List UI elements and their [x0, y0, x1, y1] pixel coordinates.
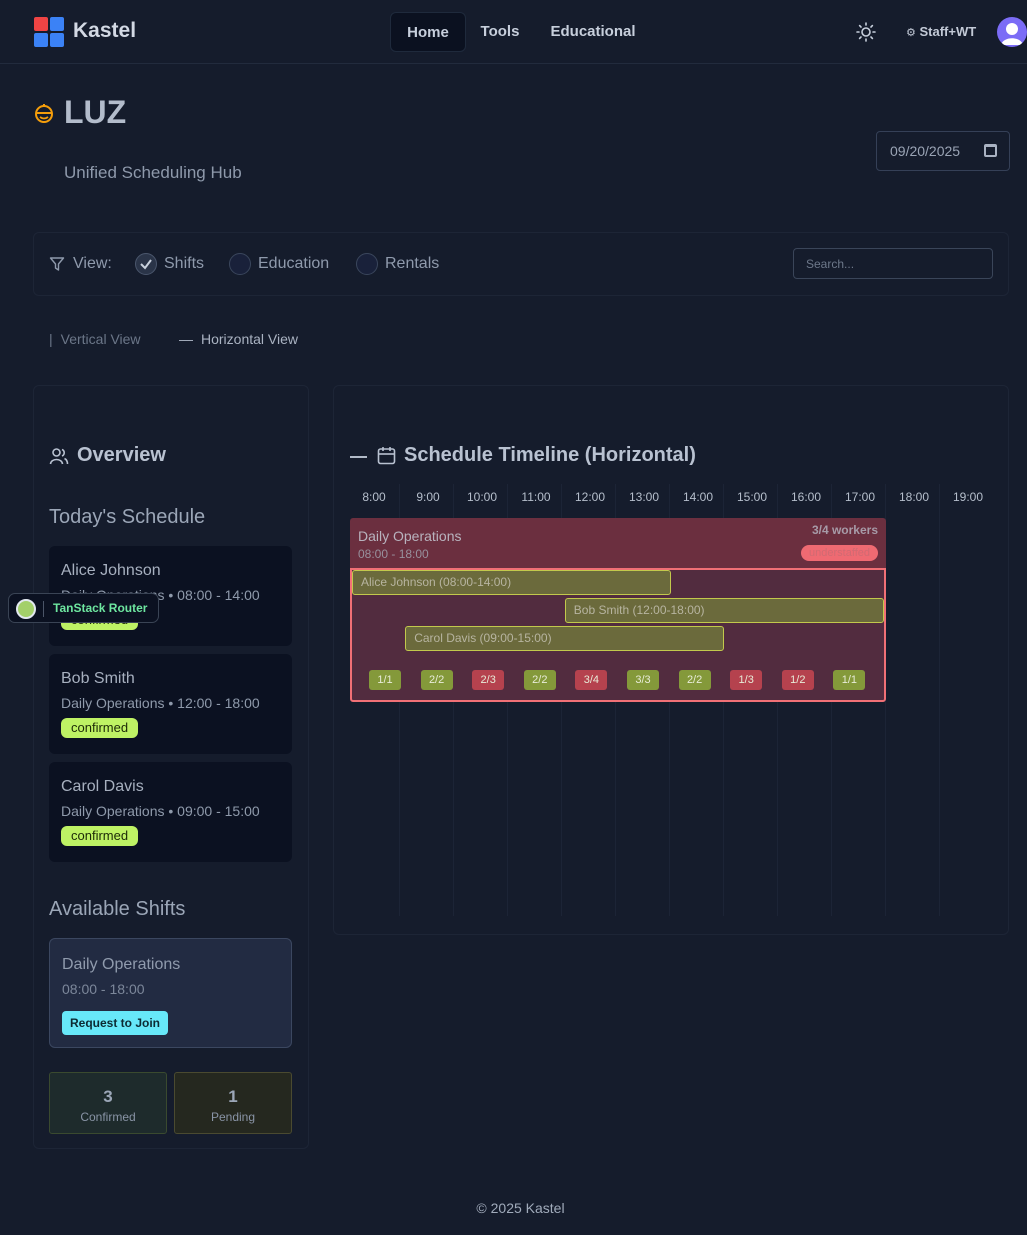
status-badge: confirmed: [61, 826, 139, 846]
shift-block-header[interactable]: Daily Operations 08:00 - 18:00 3/4 worke…: [350, 518, 886, 568]
hour-label: 16:00: [790, 490, 822, 504]
luz-helmet-icon: [35, 104, 53, 123]
page-title: LUZ: [64, 94, 127, 130]
kastel-logo-icon[interactable]: [34, 17, 64, 47]
available-shift-time: 08:00 - 18:00: [62, 981, 145, 997]
coverage-badge: 1/3: [730, 670, 763, 690]
divider: [43, 601, 44, 617]
collapse-dash-icon: [350, 456, 367, 458]
staff-role-label: Staff+WT: [919, 24, 977, 39]
worker-count: 3/4 workers: [811, 523, 878, 537]
pending-label: Pending: [210, 1110, 256, 1124]
theme-toggle-sun-icon[interactable]: [856, 22, 876, 42]
understaffed-badge: understaffed: [801, 545, 878, 561]
hour-gridline: [939, 484, 940, 916]
rentals-checkbox[interactable]: [356, 253, 378, 275]
date-value: 09/20/2025: [890, 143, 961, 159]
coverage-badge: 2/2: [420, 670, 453, 690]
shift-detail: Daily Operations • 12:00 - 18:00: [61, 695, 260, 711]
coverage-badge: 2/3: [472, 670, 505, 690]
tanstack-logo-icon: [16, 599, 36, 619]
hour-label: 17:00: [844, 490, 876, 504]
coverage-badge: 3/3: [627, 670, 659, 690]
nav-tools[interactable]: Tools: [470, 12, 530, 52]
pending-count: 1: [228, 1087, 238, 1106]
tanstack-router-label: TanStack Router: [53, 601, 148, 615]
filter-icon: [49, 257, 65, 271]
hour-label: 8:00: [362, 490, 386, 504]
horizontal-view-toggle[interactable]: — Horizontal View: [179, 331, 298, 347]
shift-detail: Daily Operations • 09:00 - 15:00: [61, 803, 260, 819]
coverage-badge: 3/4: [575, 670, 608, 690]
rentals-label[interactable]: Rentals: [385, 255, 439, 273]
hour-label: 11:00: [521, 490, 551, 504]
shift-name: Daily Operations: [358, 528, 462, 544]
users-icon: [49, 448, 69, 465]
hour-label: 13:00: [628, 490, 660, 504]
user-icon: [1001, 23, 1023, 45]
date-picker-input[interactable]: 09/20/2025: [876, 131, 1010, 171]
timeline-title: Schedule Timeline (Horizontal): [404, 444, 696, 466]
hour-label: 18:00: [898, 490, 930, 504]
worker-name: Alice Johnson: [61, 562, 161, 579]
coverage-badge: 1/2: [781, 670, 814, 690]
hour-label: 14:00: [682, 490, 714, 504]
schedule-card[interactable]: Bob Smith Daily Operations • 12:00 - 18:…: [49, 654, 292, 754]
schedule-card[interactable]: Carol Davis Daily Operations • 09:00 - 1…: [49, 762, 292, 862]
confirmed-count: 3: [103, 1087, 113, 1106]
worker-name: Carol Davis: [61, 778, 144, 795]
worker-name: Bob Smith: [61, 670, 135, 687]
search-input[interactable]: [793, 248, 993, 279]
vertical-view-toggle[interactable]: | Vertical View: [49, 331, 141, 347]
overview-title: Overview: [77, 444, 166, 466]
vertical-bar-icon: |: [49, 331, 53, 347]
shifts-checkbox[interactable]: [135, 253, 157, 275]
assignment-bar[interactable]: Alice Johnson (08:00-14:00): [352, 570, 672, 595]
education-checkbox[interactable]: [229, 253, 251, 275]
tanstack-router-devtools-button[interactable]: TanStack Router: [8, 593, 159, 623]
staff-role-selector[interactable]: ⚙ Staff+WT: [906, 24, 976, 39]
calendar-icon: [377, 447, 396, 465]
footer-copyright: © 2025 Kastel: [476, 1200, 565, 1216]
coverage-badge: 1/1: [369, 670, 401, 690]
available-shifts-heading: Available Shifts: [49, 898, 186, 920]
shifts-label[interactable]: Shifts: [164, 255, 204, 273]
confirmed-label: Confirmed: [80, 1110, 136, 1124]
available-shift-title: Daily Operations: [62, 956, 181, 973]
pending-stat: 1 Pending: [174, 1072, 292, 1134]
coverage-badge: 2/2: [678, 670, 711, 690]
brand-name[interactable]: Kastel: [73, 19, 136, 43]
horizontal-view-label: Horizontal View: [201, 331, 299, 347]
page-subtitle: Unified Scheduling Hub: [64, 163, 242, 182]
coverage-badge: 2/2: [523, 670, 556, 690]
view-label: View:: [73, 255, 112, 272]
assignment-bar[interactable]: Bob Smith (12:00-18:00): [564, 598, 884, 623]
confirmed-stat: 3 Confirmed: [49, 1072, 167, 1134]
available-shift-card: Daily Operations 08:00 - 18:00 Request t…: [49, 938, 292, 1048]
gear-icon: ⚙: [906, 27, 916, 39]
education-label[interactable]: Education: [258, 255, 329, 273]
hour-label: 15:00: [736, 490, 768, 504]
calendar-picker-icon[interactable]: [984, 144, 997, 157]
hour-label: 19:00: [952, 490, 984, 504]
nav-educational[interactable]: Educational: [540, 12, 646, 52]
request-to-join-button[interactable]: Request to Join: [62, 1011, 169, 1035]
user-avatar[interactable]: [997, 17, 1027, 47]
hour-label: 12:00: [574, 490, 606, 504]
hour-label: 9:00: [416, 490, 440, 504]
hour-label: 10:00: [466, 490, 498, 504]
todays-schedule-heading: Today's Schedule: [49, 506, 206, 528]
status-badge: confirmed: [61, 718, 139, 738]
assignment-bar[interactable]: Carol Davis (09:00-15:00): [405, 626, 725, 651]
nav-home[interactable]: Home: [390, 12, 466, 52]
vertical-view-label: Vertical View: [60, 331, 141, 347]
checkmark-icon: [140, 259, 152, 270]
coverage-badge: 1/1: [833, 670, 866, 690]
horizontal-bar-icon: —: [179, 331, 193, 347]
shift-time: 08:00 - 18:00: [358, 547, 429, 561]
